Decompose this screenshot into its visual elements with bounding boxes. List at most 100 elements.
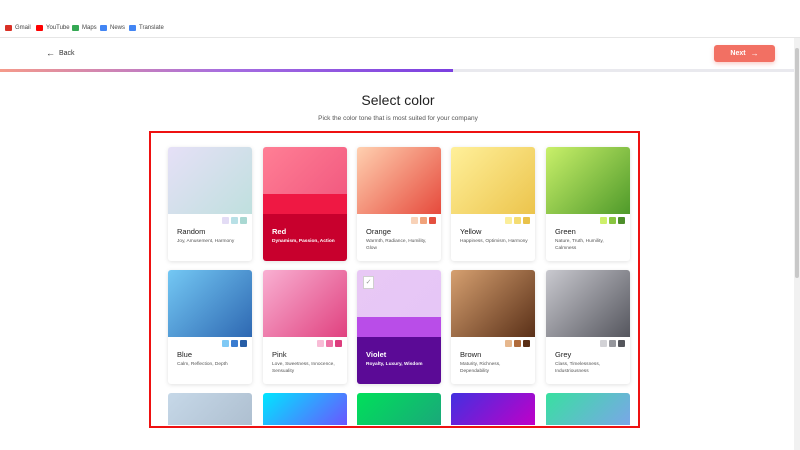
color-description: Class, Timelessness, Industriousness <box>555 362 601 374</box>
color-swatch <box>451 147 535 214</box>
color-name: Grey <box>555 350 572 359</box>
palette-dot <box>600 217 607 224</box>
color-card-partial[interactable] <box>263 393 347 425</box>
color-name: Yellow <box>460 227 482 236</box>
youtube-icon <box>36 25 43 31</box>
color-card-partial[interactable] <box>546 393 630 425</box>
color-description: Calm, Reflection, Depth <box>177 362 228 367</box>
color-name: Blue <box>177 350 193 359</box>
palette-dots <box>315 340 342 347</box>
color-description: Royalty, Luxury, Wisdom <box>366 362 423 367</box>
palette-dot <box>240 340 247 347</box>
progress-fill <box>0 69 453 72</box>
palette-dot <box>505 340 512 347</box>
palette-dot <box>231 340 238 347</box>
gmail-icon <box>5 25 12 31</box>
palette-dots <box>220 340 247 347</box>
color-name: Green <box>555 227 576 236</box>
back-button[interactable]: ← Back <box>46 48 75 58</box>
palette-dot <box>420 217 427 224</box>
palette-dot <box>335 340 342 347</box>
palette-dot <box>609 217 616 224</box>
color-card-grey[interactable]: Grey Class, Timelessness, Industriousness <box>546 270 630 384</box>
scrollbar-thumb[interactable] <box>795 48 799 278</box>
bookmark-gmail[interactable]: Gmail <box>5 25 31 31</box>
color-card-brown[interactable]: Brown Maturity, Richness, Dependability <box>451 270 535 384</box>
color-name: Violet <box>366 350 387 359</box>
palette-dots <box>503 340 530 347</box>
palette-dot <box>222 217 229 224</box>
color-swatch <box>546 147 630 214</box>
news-icon <box>100 25 107 31</box>
palette-dot <box>523 217 530 224</box>
color-description: Happiness, Optimism, Harmony <box>460 239 528 244</box>
arrow-right-icon: → <box>750 49 759 58</box>
palette-dot <box>609 340 616 347</box>
palette-dot <box>231 217 238 224</box>
next-button[interactable]: Next → <box>714 45 775 62</box>
palette-dots <box>503 217 530 224</box>
arrow-left-icon: ← <box>46 48 55 58</box>
color-name: Brown <box>460 350 482 359</box>
palette-dot <box>618 340 625 347</box>
palette-dot <box>514 217 521 224</box>
bookmark-news[interactable]: News <box>100 25 125 31</box>
selected-band <box>357 317 441 337</box>
selected-band <box>263 194 347 214</box>
color-card-partial[interactable] <box>357 393 441 425</box>
selected-check-icon: ✓ <box>363 276 374 289</box>
palette-dot <box>222 340 229 347</box>
back-label: Back <box>59 49 75 57</box>
bookmark-translate[interactable]: Translate <box>129 25 164 31</box>
palette-dot <box>326 340 333 347</box>
color-description: Maturity, Richness, Dependability <box>460 362 501 374</box>
color-card-partial[interactable] <box>451 393 535 425</box>
color-swatch <box>451 270 535 337</box>
page-title: Select color <box>361 92 435 108</box>
color-description: Love, Sweetness, Innocence, Sensuality <box>272 362 335 374</box>
color-card-violet[interactable]: ✓ Violet Royalty, Luxury, Wisdom <box>357 270 441 384</box>
palette-dot <box>600 340 607 347</box>
bookmark-label: Maps <box>82 25 97 31</box>
color-description: Joy, Amusement, Harmony <box>177 239 235 244</box>
bookmark-youtube[interactable]: YouTube <box>36 25 70 31</box>
progress-bar <box>0 69 794 72</box>
next-label: Next <box>730 50 746 57</box>
color-card-red[interactable]: Red Dynamism, Passion, Action <box>263 147 347 261</box>
bookmark-maps[interactable]: Maps <box>72 25 97 31</box>
palette-dot <box>514 340 521 347</box>
color-description: Dynamism, Passion, Action <box>272 239 335 244</box>
color-description: Nature, Truth, Humility, Calmness <box>555 239 604 251</box>
color-card-partial[interactable] <box>168 393 252 425</box>
color-card-pink[interactable]: Pink Love, Sweetness, Innocence, Sensuali… <box>263 270 347 384</box>
color-swatch <box>357 147 441 214</box>
color-swatch <box>263 270 347 337</box>
color-name: Red <box>272 227 287 236</box>
color-card-orange[interactable]: Orange Warmth, Radiance, Humility, Glow <box>357 147 441 261</box>
palette-dot <box>505 217 512 224</box>
color-card-yellow[interactable]: Yellow Happiness, Optimism, Harmony <box>451 147 535 261</box>
color-swatch <box>168 147 252 214</box>
color-card-blue[interactable]: Blue Calm, Reflection, Depth <box>168 270 252 384</box>
color-swatch <box>168 270 252 337</box>
maps-icon <box>72 25 79 31</box>
palette-dot <box>429 217 436 224</box>
bookmark-label: News <box>110 25 126 31</box>
bookmark-label: Translate <box>139 25 164 31</box>
color-name: Orange <box>366 227 392 236</box>
palette-dots <box>409 217 436 224</box>
palette-dot <box>618 217 625 224</box>
color-swatch <box>263 147 347 194</box>
bookmarks-bar: Gmail YouTube Maps News Translate <box>0 0 800 38</box>
page-subtitle: Pick the color tone that is most suited … <box>318 115 478 122</box>
color-name: Pink <box>272 350 287 359</box>
color-card-green[interactable]: Green Nature, Truth, Humility, Calmness <box>546 147 630 261</box>
palette-dots <box>598 217 625 224</box>
palette-dots <box>220 217 247 224</box>
palette-dots <box>598 340 625 347</box>
color-card-random[interactable]: Random Joy, Amusement, Harmony <box>168 147 252 261</box>
palette-dot <box>523 340 530 347</box>
palette-dot <box>317 340 324 347</box>
translate-icon <box>129 25 136 31</box>
color-description: Warmth, Radiance, Humility, Glow <box>366 239 427 251</box>
